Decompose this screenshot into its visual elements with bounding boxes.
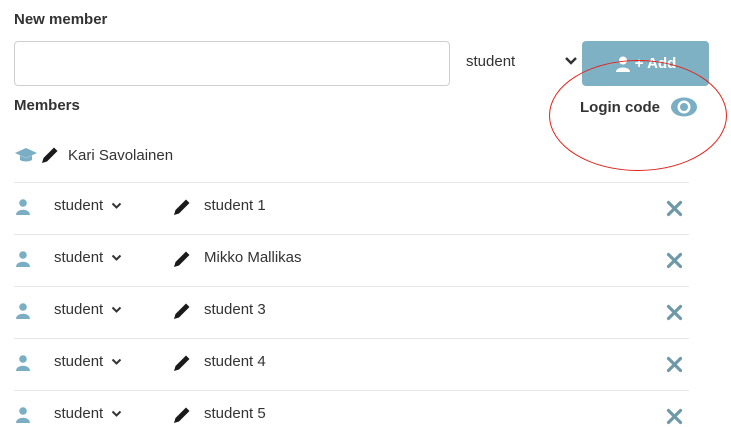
user-icon: [16, 355, 30, 371]
member-role-select[interactable]: student: [54, 197, 122, 214]
chevron-down-icon: [112, 410, 122, 417]
member-role: student: [54, 353, 104, 370]
member-role-select[interactable]: student: [54, 249, 122, 266]
new-member-role-select[interactable]: student: [458, 41, 578, 81]
member-row: student student 4: [14, 338, 689, 390]
chevron-down-icon: [112, 358, 122, 365]
chevron-down-icon: [112, 202, 122, 209]
new-member-role-value: student: [466, 52, 516, 70]
login-code-label: Login code: [580, 98, 660, 116]
member-name-input[interactable]: [14, 41, 450, 86]
member-row: student student 3: [14, 286, 689, 338]
member-role-select[interactable]: student: [54, 301, 122, 318]
member-role: student: [54, 197, 104, 214]
member-role: student: [54, 249, 104, 266]
chevron-down-icon: [112, 306, 122, 313]
pencil-icon[interactable]: [172, 301, 192, 321]
teacher-name: Kari Savolainen: [68, 146, 174, 164]
close-icon[interactable]: [666, 356, 683, 373]
user-icon: [16, 251, 30, 267]
chevron-down-icon: [112, 254, 122, 261]
member-role-select[interactable]: student: [54, 405, 122, 422]
close-icon[interactable]: [666, 200, 683, 217]
teacher-row: Kari Savolainen: [14, 138, 173, 172]
member-row: student Mikko Mallikas: [14, 234, 689, 286]
pencil-icon[interactable]: [40, 145, 60, 165]
pencil-icon[interactable]: [172, 353, 192, 373]
member-name: student 5: [204, 405, 266, 422]
member-name: student 4: [204, 353, 266, 370]
member-role: student: [54, 301, 104, 318]
user-icon: [16, 199, 30, 215]
member-row: student student 1: [14, 182, 689, 234]
pencil-icon[interactable]: [172, 405, 192, 425]
member-role-select[interactable]: student: [54, 353, 122, 370]
user-icon: [615, 56, 630, 72]
add-member-label: + Add: [634, 55, 677, 72]
member-name: Mikko Mallikas: [204, 249, 302, 266]
login-code-toggle[interactable]: Login code: [580, 94, 698, 120]
pencil-icon[interactable]: [172, 249, 192, 269]
member-name: student 1: [204, 197, 266, 214]
close-icon[interactable]: [666, 408, 683, 425]
member-role: student: [54, 405, 104, 422]
member-row: student student 5: [14, 390, 689, 427]
new-member-heading: New member: [14, 11, 108, 28]
close-icon[interactable]: [666, 252, 683, 269]
user-icon: [16, 407, 30, 423]
user-icon: [16, 303, 30, 319]
pencil-icon[interactable]: [172, 197, 192, 217]
eye-icon[interactable]: [670, 96, 698, 118]
chevron-down-icon: [565, 57, 577, 65]
graduation-cap-icon: [15, 148, 37, 162]
members-heading: Members: [14, 97, 80, 114]
member-name: student 3: [204, 301, 266, 318]
add-member-button[interactable]: + Add: [582, 41, 709, 86]
close-icon[interactable]: [666, 304, 683, 321]
